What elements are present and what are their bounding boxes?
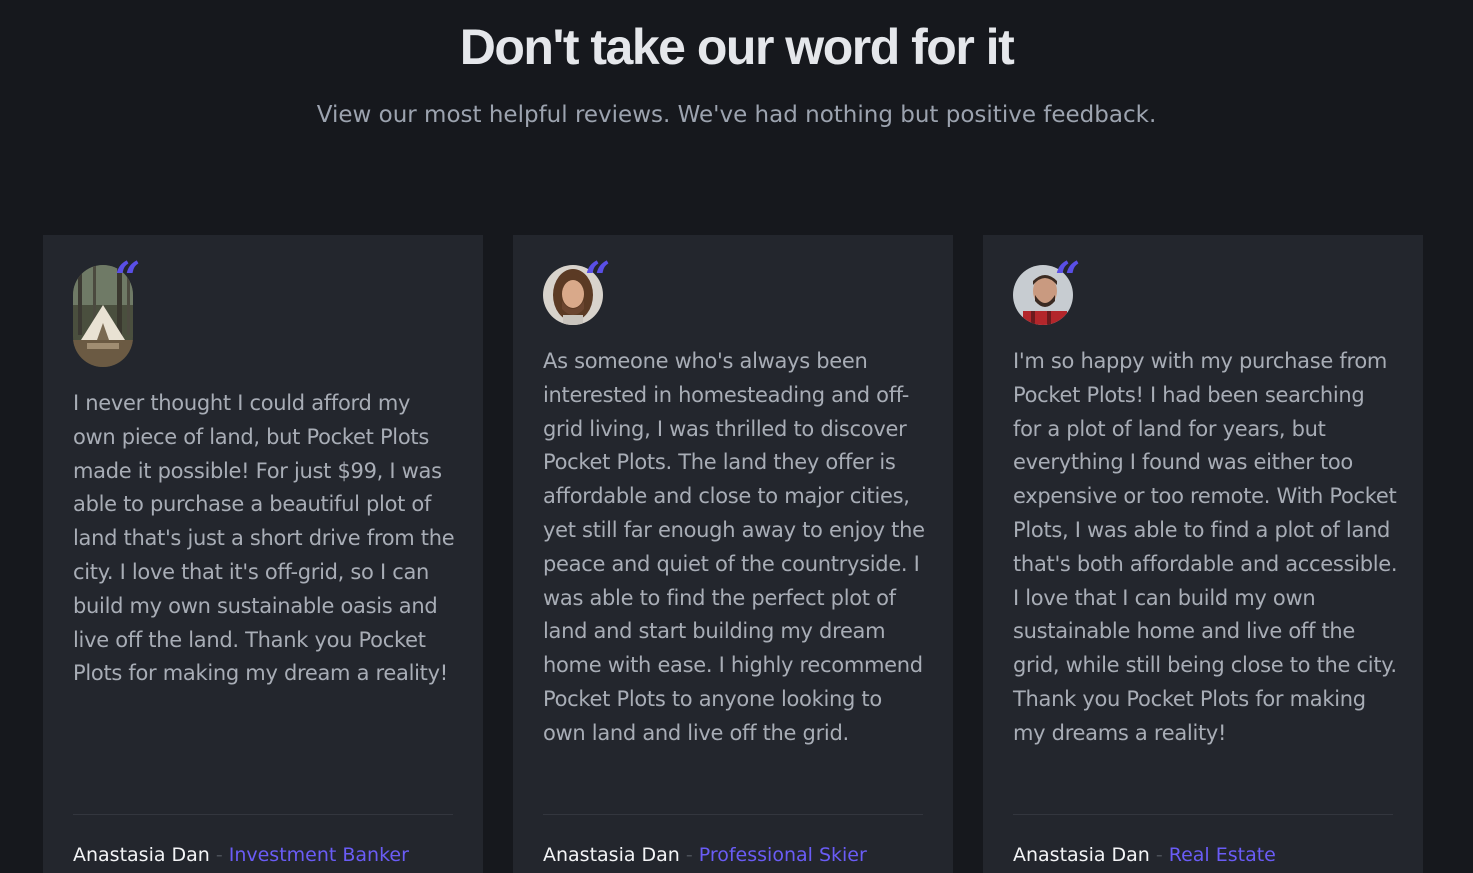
separator: - xyxy=(685,844,693,866)
avatar: “ xyxy=(543,257,610,325)
author-role: Professional Skier xyxy=(698,844,867,866)
separator: - xyxy=(215,844,223,866)
avatar: “ xyxy=(1013,257,1080,325)
divider xyxy=(1013,814,1393,815)
review-card: “ I'm so happy with my purchase from Poc… xyxy=(983,235,1423,873)
separator: - xyxy=(1155,844,1163,866)
review-author: Anastasia Dan - Real Estate xyxy=(1013,841,1276,869)
avatar: “ xyxy=(73,257,140,367)
review-text: As someone who's always been interested … xyxy=(543,349,925,745)
quote-icon: “ xyxy=(115,253,141,304)
review-card: “ As someone who's always been intereste… xyxy=(513,235,953,873)
section-title: Don't take our word for it xyxy=(459,19,1015,75)
divider xyxy=(73,814,453,815)
quote-icon: “ xyxy=(1055,253,1081,304)
author-name: Anastasia Dan xyxy=(73,844,210,866)
quote-icon: “ xyxy=(585,253,611,304)
review-card: “ I never thought I could afford my own … xyxy=(43,235,483,873)
review-author: Anastasia Dan - Investment Banker xyxy=(73,841,409,869)
author-role: Investment Banker xyxy=(228,844,409,866)
divider xyxy=(543,814,923,815)
review-text: I'm so happy with my purchase from Pocke… xyxy=(1013,349,1398,745)
section-subtitle: View our most helpful reviews. We've had… xyxy=(316,102,1157,128)
author-name: Anastasia Dan xyxy=(1013,844,1150,866)
review-text: I never thought I could afford my own pi… xyxy=(73,391,455,686)
testimonials-section: Don't take our word for it View our most… xyxy=(0,0,1473,873)
author-name: Anastasia Dan xyxy=(543,844,680,866)
review-author: Anastasia Dan - Professional Skier xyxy=(543,841,867,869)
author-role: Real Estate xyxy=(1168,844,1276,866)
